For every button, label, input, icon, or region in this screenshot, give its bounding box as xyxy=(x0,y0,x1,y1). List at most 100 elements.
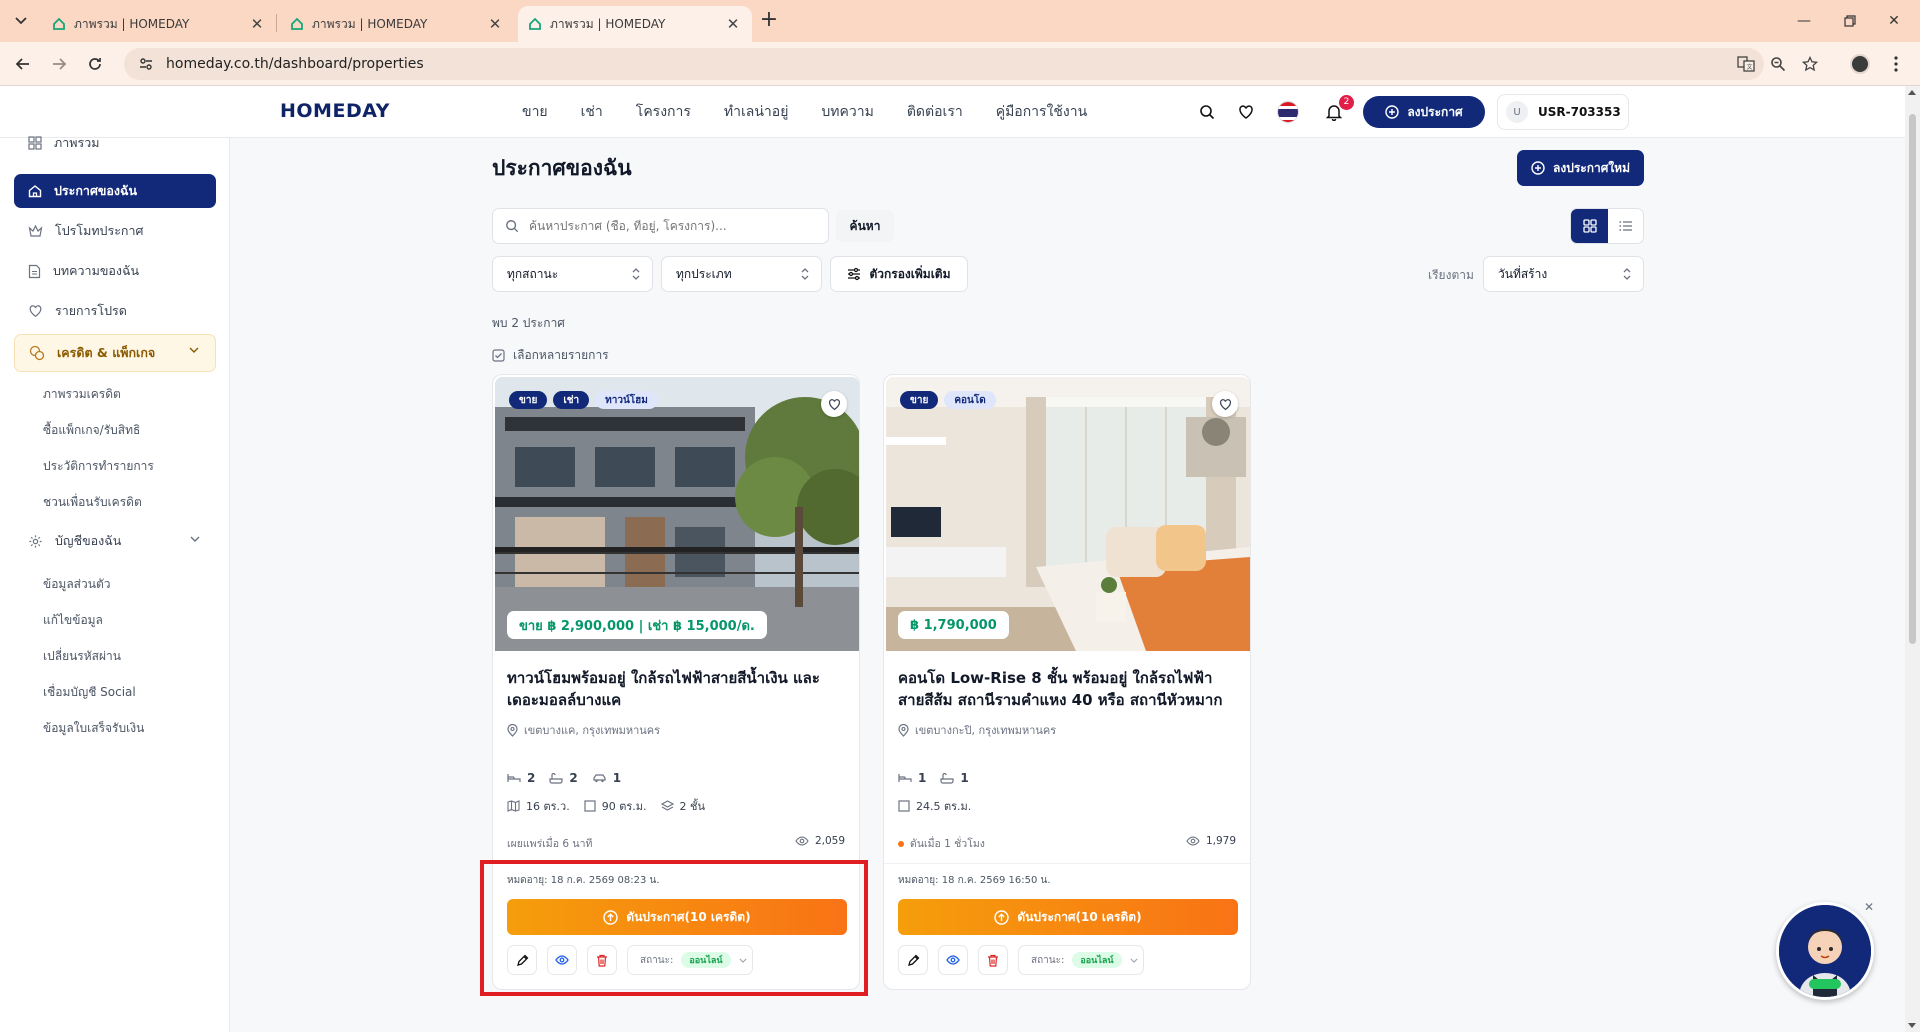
view-count: 1,979 xyxy=(1186,835,1236,847)
browser-menu-icon[interactable] xyxy=(1884,52,1908,76)
boost-listing-button[interactable]: ดันประกาศ(10 เครดิต) xyxy=(898,899,1238,935)
preview-button[interactable] xyxy=(938,945,968,975)
sidebar-subitem-receipts[interactable]: ข้อมูลใบเสร็จรับเงิน xyxy=(43,719,144,738)
sidebar-subitem-profile[interactable]: ข้อมูลส่วนตัว xyxy=(43,575,110,594)
close-chat-icon[interactable]: ✕ xyxy=(1864,900,1874,914)
tab-title: ภาพรวม | HOMEDAY xyxy=(74,16,190,31)
browser-tabstrip: ภาพรวม | HOMEDAY ✕ ภาพรวม | HOMEDAY ✕ ภา… xyxy=(0,0,1920,42)
sidebar-subitem-edit-profile[interactable]: แก้ไขข้อมูล xyxy=(43,611,103,630)
close-icon[interactable]: ✕ xyxy=(248,15,266,33)
eye-icon xyxy=(946,955,960,965)
sidebar-subitem-credit-overview[interactable]: ภาพรวมเครดิต xyxy=(43,385,121,404)
close-icon[interactable]: ✕ xyxy=(486,15,504,33)
forward-button[interactable] xyxy=(46,51,72,77)
sidebar-subitem-invite[interactable]: ชวนเพื่อนรับเครดิต xyxy=(43,493,142,512)
zoom-icon[interactable] xyxy=(1766,52,1790,76)
listing-tags: ขาย คอนโด xyxy=(900,391,996,409)
edit-button[interactable] xyxy=(898,945,928,975)
sidebar-item-overview[interactable]: ภาพรวม xyxy=(14,126,216,160)
assistant-avatar-icon xyxy=(1779,905,1871,997)
updown-chevron-icon xyxy=(632,268,640,280)
listing-photo-condo[interactable]: ขาย คอนโด ฿ 1,790,000 xyxy=(886,377,1250,651)
close-icon[interactable]: ✕ xyxy=(724,15,742,33)
nav-rent[interactable]: เช่า xyxy=(581,101,603,123)
thai-flag-icon[interactable] xyxy=(1276,100,1300,124)
listing-title[interactable]: ทาวน์โฮมพร้อมอยู่ ใกล้รถไฟฟ้าสายสีน้ำเงิ… xyxy=(507,667,847,711)
sidebar-subitem-transactions[interactable]: ประวัติการทำรายการ xyxy=(43,457,154,476)
sidebar-item-favorites[interactable]: รายการโปรด xyxy=(14,294,216,328)
view-toggle xyxy=(1570,208,1644,244)
translate-icon[interactable]: 文 xyxy=(1734,52,1758,76)
sidebar-subitem-buy-package[interactable]: ซื้อแพ็กเกจ/รับสิทธิ xyxy=(43,421,140,440)
back-button[interactable] xyxy=(10,51,36,77)
nav-sell[interactable]: ขาย xyxy=(522,101,548,123)
type-filter-select[interactable]: ทุกประเภท xyxy=(661,256,822,292)
sidebar-item-promote[interactable]: โปรโมทประกาศ xyxy=(14,214,216,248)
heart-icon xyxy=(29,305,42,317)
area-square-icon xyxy=(898,800,910,812)
chat-assistant-button[interactable] xyxy=(1776,902,1874,1000)
expiry-date: หมดอายุ: 18 ก.ค. 2569 16:50 น. xyxy=(898,875,1051,886)
status-filter-select[interactable]: ทุกสถานะ xyxy=(492,256,653,292)
homeday-logo[interactable]: HOMEDAY xyxy=(280,100,390,122)
multi-select-toggle[interactable]: เลือกหลายรายการ xyxy=(492,346,609,365)
sidebar-item-label: บทความของฉัน xyxy=(53,263,140,278)
nav-guide[interactable]: คู่มือการใช้งาน xyxy=(996,101,1087,123)
list-view-button[interactable] xyxy=(1608,209,1644,243)
search-field[interactable] xyxy=(492,208,829,244)
site-settings-icon[interactable] xyxy=(138,56,154,72)
favorite-button[interactable] xyxy=(821,391,847,417)
delete-button[interactable] xyxy=(978,945,1008,975)
favorite-button[interactable] xyxy=(1212,391,1238,417)
usable-area: 24.5 ตร.ม. xyxy=(916,800,972,813)
sidebar-item-my-articles[interactable]: บทความของฉัน xyxy=(14,254,216,288)
sidebar-subitem-link-social[interactable]: เชื่อมบัญชี Social xyxy=(43,683,136,702)
status-select[interactable]: สถานะ: ออนไลน์ xyxy=(1018,945,1144,975)
sidebar-group-credit[interactable]: เครดิต & แพ็กเกจ xyxy=(14,334,216,372)
browser-tab-active[interactable]: ภาพรวม | HOMEDAY ✕ xyxy=(518,6,752,42)
minimize-button[interactable]: — xyxy=(1784,8,1824,34)
profile-avatar-icon[interactable] xyxy=(1848,52,1872,76)
listing-card[interactable]: ขาย คอนโด ฿ 1,790,000 คอนโด Low-Rise 8 ช… xyxy=(883,374,1251,990)
user-menu[interactable]: U USR-703353 xyxy=(1497,94,1629,130)
listing-photo-townhouse[interactable]: ขาย เช่า ทาวน์โฮม ขาย ฿ 2,900,000 | เช่า… xyxy=(495,377,859,651)
browser-tab[interactable]: ภาพรวม | HOMEDAY ✕ xyxy=(280,6,514,42)
new-tab-button[interactable]: + xyxy=(757,9,781,33)
sort-label: เรียงตาม xyxy=(1428,268,1474,282)
more-filters-button[interactable]: ตัวกรองเพิ่มเติม xyxy=(830,256,968,292)
post-listing-button[interactable]: ลงประกาศ xyxy=(1363,96,1485,128)
tab-search-icon[interactable] xyxy=(8,8,34,34)
boost-time: ดันเมื่อ 1 ชั่วโมง xyxy=(898,835,985,852)
search-input[interactable] xyxy=(529,219,809,233)
nav-locations[interactable]: ทำเลน่าอยู่ xyxy=(724,101,789,123)
grid-view-button[interactable] xyxy=(1571,209,1608,243)
nav-projects[interactable]: โครงการ xyxy=(636,101,691,123)
sidebar-subitem-change-password[interactable]: เปลี่ยนรหัสผ่าน xyxy=(43,647,121,666)
close-window-button[interactable]: ✕ xyxy=(1874,8,1914,34)
listing-title[interactable]: คอนโด Low-Rise 8 ชั้น พร้อมอยู่ ใกล้รถไฟ… xyxy=(898,667,1238,711)
sort-select[interactable]: วันที่สร้าง xyxy=(1483,256,1644,292)
svg-text:文: 文 xyxy=(1747,63,1753,71)
sidebar-group-account[interactable]: บัญชีของฉัน xyxy=(14,524,216,558)
sidebar-item-my-listings[interactable]: ประกาศของฉัน xyxy=(14,174,216,208)
nav-contact[interactable]: ติดต่อเรา xyxy=(907,101,963,123)
search-button[interactable]: ค้นหา xyxy=(836,210,894,242)
heart-icon[interactable] xyxy=(1234,100,1258,124)
floor-count: 2 ชั้น xyxy=(679,800,705,813)
browser-tab[interactable]: ภาพรวม | HOMEDAY ✕ xyxy=(42,6,276,42)
address-bar[interactable]: homeday.co.th/dashboard/properties xyxy=(124,48,1764,80)
nav-articles[interactable]: บทความ xyxy=(821,101,873,123)
more-filters-label: ตัวกรองเพิ่มเติม xyxy=(869,266,951,281)
reload-button[interactable] xyxy=(82,51,108,77)
scrollbar-thumb[interactable] xyxy=(1909,114,1916,644)
bookmark-star-icon[interactable] xyxy=(1798,52,1822,76)
restore-button[interactable] xyxy=(1830,8,1870,34)
bell-icon[interactable]: 2 xyxy=(1322,95,1354,124)
home-icon xyxy=(28,185,42,198)
listing-location: เขตบางแค, กรุงเทพมหานคร xyxy=(507,721,660,739)
new-listing-button[interactable]: ลงประกาศใหม่ xyxy=(1517,150,1644,186)
bed-count: 2 xyxy=(527,771,536,785)
page-scrollbar[interactable] xyxy=(1905,86,1920,1032)
layers-icon xyxy=(660,800,674,811)
search-icon[interactable] xyxy=(1195,100,1219,124)
